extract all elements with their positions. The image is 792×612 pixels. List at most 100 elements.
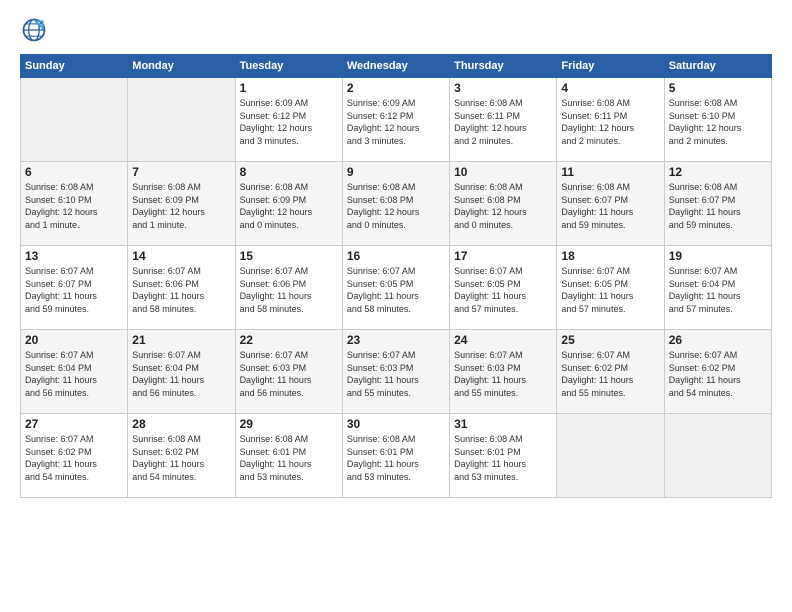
day-cell: 15 Sunrise: 6:07 AMSunset: 6:06 PMDayligh… (235, 246, 342, 330)
day-info: Sunrise: 6:09 AMSunset: 6:12 PMDaylight:… (347, 97, 445, 147)
day-cell: 11 Sunrise: 6:08 AMSunset: 6:07 PMDayligh… (557, 162, 664, 246)
header-cell-friday: Friday (557, 55, 664, 78)
day-cell: 17 Sunrise: 6:07 AMSunset: 6:05 PMDayligh… (450, 246, 557, 330)
day-info: Sunrise: 6:07 AMSunset: 6:07 PMDaylight:… (25, 265, 123, 315)
day-info: Sunrise: 6:07 AMSunset: 6:05 PMDaylight:… (561, 265, 659, 315)
day-cell: 16Sunrise: 6:07 AMSunset: 6:05 PMDayligh… (342, 246, 449, 330)
day-cell: 10 Sunrise: 6:08 AMSunset: 6:08 PMDayligh… (450, 162, 557, 246)
day-info: Sunrise: 6:07 AMSunset: 6:06 PMDaylight:… (240, 265, 338, 315)
day-number: 7 (132, 165, 230, 179)
day-info: Sunrise: 6:07 AMSunset: 6:02 PMDaylight:… (25, 433, 123, 483)
day-number: 14 (132, 249, 230, 263)
day-info: Sunrise: 6:08 AMSunset: 6:01 PMDaylight:… (454, 433, 552, 483)
day-info: Sunrise: 6:08 AMSunset: 6:09 PMDaylight:… (240, 181, 338, 231)
day-info: Sunrise: 6:08 AMSunset: 6:02 PMDaylight:… (132, 433, 230, 483)
day-cell (557, 414, 664, 498)
day-info: Sunrise: 6:08 AMSunset: 6:10 PMDaylight:… (669, 97, 767, 147)
day-number: 10 (454, 165, 552, 179)
day-cell: 29 Sunrise: 6:08 AMSunset: 6:01 PMDayligh… (235, 414, 342, 498)
day-cell: 28 Sunrise: 6:08 AMSunset: 6:02 PMDayligh… (128, 414, 235, 498)
day-number: 25 (561, 333, 659, 347)
day-number: 21 (132, 333, 230, 347)
day-number: 28 (132, 417, 230, 431)
day-cell (664, 414, 771, 498)
header-cell-thursday: Thursday (450, 55, 557, 78)
day-cell: 5Sunrise: 6:08 AMSunset: 6:10 PMDaylight… (664, 78, 771, 162)
day-number: 15 (240, 249, 338, 263)
day-number: 8 (240, 165, 338, 179)
day-number: 12 (669, 165, 767, 179)
day-number: 22 (240, 333, 338, 347)
day-info: Sunrise: 6:07 AMSunset: 6:04 PMDaylight:… (669, 265, 767, 315)
header-cell-sunday: Sunday (21, 55, 128, 78)
day-info: Sunrise: 6:08 AMSunset: 6:11 PMDaylight:… (561, 97, 659, 147)
day-number: 27 (25, 417, 123, 431)
day-number: 2 (347, 81, 445, 95)
day-cell: 19Sunrise: 6:07 AMSunset: 6:04 PMDayligh… (664, 246, 771, 330)
day-cell: 22 Sunrise: 6:07 AMSunset: 6:03 PMDayligh… (235, 330, 342, 414)
day-cell: 18 Sunrise: 6:07 AMSunset: 6:05 PMDayligh… (557, 246, 664, 330)
day-cell: 2 Sunrise: 6:09 AMSunset: 6:12 PMDaylight… (342, 78, 449, 162)
week-row-4: 20 Sunrise: 6:07 AMSunset: 6:04 PMDayligh… (21, 330, 772, 414)
day-number: 30 (347, 417, 445, 431)
day-info: Sunrise: 6:07 AMSunset: 6:03 PMDaylight:… (454, 349, 552, 399)
day-info: Sunrise: 6:07 AMSunset: 6:03 PMDaylight:… (347, 349, 445, 399)
week-row-3: 13Sunrise: 6:07 AMSunset: 6:07 PMDayligh… (21, 246, 772, 330)
week-row-1: 1 Sunrise: 6:09 AMSunset: 6:12 PMDaylight… (21, 78, 772, 162)
day-number: 26 (669, 333, 767, 347)
day-cell: 8 Sunrise: 6:08 AMSunset: 6:09 PMDaylight… (235, 162, 342, 246)
day-info: Sunrise: 6:07 AMSunset: 6:04 PMDaylight:… (132, 349, 230, 399)
day-cell: 7 Sunrise: 6:08 AMSunset: 6:09 PMDaylight… (128, 162, 235, 246)
day-cell: 25Sunrise: 6:07 AMSunset: 6:02 PMDayligh… (557, 330, 664, 414)
day-cell: 23 Sunrise: 6:07 AMSunset: 6:03 PMDayligh… (342, 330, 449, 414)
day-number: 18 (561, 249, 659, 263)
day-number: 29 (240, 417, 338, 431)
day-cell: 4 Sunrise: 6:08 AMSunset: 6:11 PMDaylight… (557, 78, 664, 162)
day-info: Sunrise: 6:08 AMSunset: 6:07 PMDaylight:… (561, 181, 659, 231)
day-number: 16 (347, 249, 445, 263)
day-number: 20 (25, 333, 123, 347)
header-cell-saturday: Saturday (664, 55, 771, 78)
day-number: 17 (454, 249, 552, 263)
day-info: Sunrise: 6:08 AMSunset: 6:01 PMDaylight:… (240, 433, 338, 483)
header-cell-monday: Monday (128, 55, 235, 78)
day-number: 4 (561, 81, 659, 95)
day-cell (21, 78, 128, 162)
day-number: 3 (454, 81, 552, 95)
day-info: Sunrise: 6:08 AMSunset: 6:07 PMDaylight:… (669, 181, 767, 231)
day-cell: 24Sunrise: 6:07 AMSunset: 6:03 PMDayligh… (450, 330, 557, 414)
day-cell: 30Sunrise: 6:08 AMSunset: 6:01 PMDayligh… (342, 414, 449, 498)
day-cell: 3 Sunrise: 6:08 AMSunset: 6:11 PMDaylight… (450, 78, 557, 162)
day-cell: 31 Sunrise: 6:08 AMSunset: 6:01 PMDayligh… (450, 414, 557, 498)
day-info: Sunrise: 6:08 AMSunset: 6:09 PMDaylight:… (132, 181, 230, 231)
day-cell (128, 78, 235, 162)
day-number: 31 (454, 417, 552, 431)
header-cell-tuesday: Tuesday (235, 55, 342, 78)
day-info: Sunrise: 6:08 AMSunset: 6:11 PMDaylight:… (454, 97, 552, 147)
day-info: Sunrise: 6:07 AMSunset: 6:06 PMDaylight:… (132, 265, 230, 315)
day-cell: 12 Sunrise: 6:08 AMSunset: 6:07 PMDayligh… (664, 162, 771, 246)
day-number: 23 (347, 333, 445, 347)
day-cell: 9 Sunrise: 6:08 AMSunset: 6:08 PMDaylight… (342, 162, 449, 246)
day-cell: 14 Sunrise: 6:07 AMSunset: 6:06 PMDayligh… (128, 246, 235, 330)
day-info: Sunrise: 6:07 AMSunset: 6:04 PMDaylight:… (25, 349, 123, 399)
day-info: Sunrise: 6:07 AMSunset: 6:03 PMDaylight:… (240, 349, 338, 399)
day-cell: 20 Sunrise: 6:07 AMSunset: 6:04 PMDayligh… (21, 330, 128, 414)
header-row: SundayMondayTuesdayWednesdayThursdayFrid… (21, 55, 772, 78)
week-row-2: 6Sunrise: 6:08 AMSunset: 6:10 PMDaylight… (21, 162, 772, 246)
calendar-table: SundayMondayTuesdayWednesdayThursdayFrid… (20, 54, 772, 498)
day-number: 11 (561, 165, 659, 179)
page: SundayMondayTuesdayWednesdayThursdayFrid… (0, 0, 792, 508)
logo-icon (20, 16, 48, 44)
day-cell: 26Sunrise: 6:07 AMSunset: 6:02 PMDayligh… (664, 330, 771, 414)
day-cell: 13Sunrise: 6:07 AMSunset: 6:07 PMDayligh… (21, 246, 128, 330)
day-info: Sunrise: 6:07 AMSunset: 6:05 PMDaylight:… (454, 265, 552, 315)
day-info: Sunrise: 6:09 AMSunset: 6:12 PMDaylight:… (240, 97, 338, 147)
logo (20, 16, 52, 44)
day-info: Sunrise: 6:08 AMSunset: 6:08 PMDaylight:… (347, 181, 445, 231)
day-cell: 6Sunrise: 6:08 AMSunset: 6:10 PMDaylight… (21, 162, 128, 246)
header (20, 16, 772, 44)
day-number: 1 (240, 81, 338, 95)
day-number: 9 (347, 165, 445, 179)
day-info: Sunrise: 6:08 AMSunset: 6:08 PMDaylight:… (454, 181, 552, 231)
